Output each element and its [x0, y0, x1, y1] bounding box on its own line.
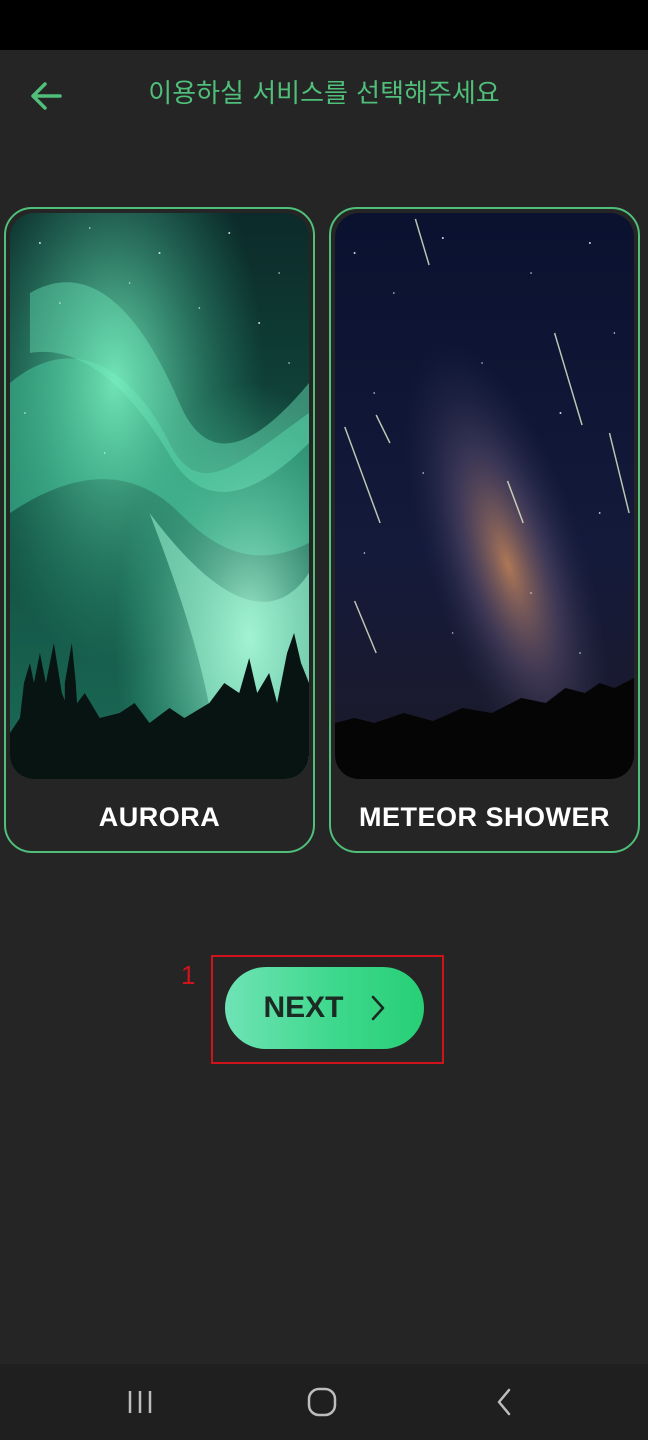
chevron-right-icon: [371, 995, 384, 1021]
service-card-aurora[interactable]: AURORA: [4, 207, 315, 853]
service-card-meteor-shower[interactable]: METEOR SHOWER: [329, 207, 640, 853]
annotation-number: 1: [181, 960, 196, 990]
back-icon: [497, 1388, 511, 1416]
meteor-shower-image: [335, 213, 634, 779]
home-icon: [307, 1387, 337, 1417]
service-selection-screen: 이용하실 서비스를 선택해주세요 AURORA METEOR SHOWER 1 …: [0, 50, 648, 1364]
recent-apps-icon: [128, 1391, 152, 1413]
home-button[interactable]: [292, 1378, 352, 1426]
recent-apps-button[interactable]: [110, 1378, 170, 1426]
service-label-aurora: AURORA: [98, 802, 221, 832]
status-bar: [0, 0, 648, 50]
system-nav-bar: [0, 1364, 648, 1440]
next-button-label: NEXT: [263, 991, 344, 1024]
page-title: 이용하실 서비스를 선택해주세요: [148, 79, 500, 109]
service-label-meteor-shower: METEOR SHOWER: [358, 802, 610, 832]
aurora-image: [10, 213, 309, 779]
next-button[interactable]: NEXT: [225, 967, 424, 1049]
system-back-button[interactable]: [474, 1378, 534, 1426]
